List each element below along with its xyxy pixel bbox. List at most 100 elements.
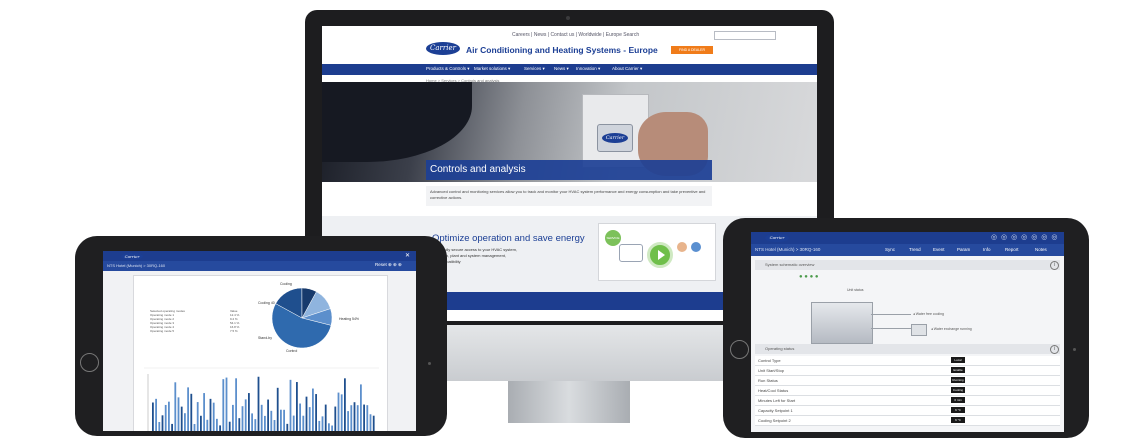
video-thumbnail[interactable]: SERVICE bbox=[598, 223, 716, 281]
home-button bbox=[80, 353, 99, 372]
parameter-value[interactable]: 6 °C bbox=[951, 417, 965, 423]
parameter-value[interactable]: Enable bbox=[951, 367, 965, 373]
bar bbox=[328, 423, 330, 431]
bar bbox=[363, 404, 365, 431]
parameter-value[interactable]: 6 °C bbox=[951, 407, 965, 413]
parameter-row: Cooling Setpoint 2 6 °C bbox=[755, 416, 1060, 426]
chiller-unit-image bbox=[811, 302, 873, 344]
bar bbox=[264, 415, 266, 431]
bar bbox=[251, 413, 253, 431]
parameter-row: Control Type Local bbox=[755, 356, 1060, 366]
section-title: System schematic overview bbox=[765, 262, 815, 267]
pie-label: Control bbox=[286, 349, 298, 353]
tab-sync[interactable]: Sync bbox=[885, 247, 895, 252]
tab-report[interactable]: Report bbox=[1005, 247, 1019, 252]
bar bbox=[216, 418, 218, 431]
nav-item-news[interactable]: News ▾ bbox=[554, 66, 569, 72]
parameter-value[interactable]: Running bbox=[951, 377, 965, 383]
chart-tools[interactable]: Reset ⊕ ⊕ ⊕ bbox=[375, 262, 402, 268]
camera-dot bbox=[566, 16, 570, 20]
bar bbox=[164, 404, 167, 431]
parameter-value[interactable]: Local bbox=[951, 357, 965, 363]
app-logo: Carrier bbox=[121, 253, 143, 260]
tab-event[interactable]: Event bbox=[933, 247, 945, 252]
tab-info[interactable]: Info bbox=[983, 247, 991, 252]
info-icon[interactable]: i bbox=[1050, 261, 1059, 270]
section-header[interactable]: System schematic overview i bbox=[755, 260, 1060, 270]
bar bbox=[222, 379, 225, 431]
bar bbox=[241, 406, 244, 431]
parameter-name: Unit Start/Stop bbox=[758, 368, 785, 373]
pipe-line bbox=[871, 328, 911, 329]
parameter-value[interactable]: Cooling bbox=[951, 387, 965, 393]
bar bbox=[324, 404, 327, 431]
bar bbox=[161, 415, 164, 431]
bar bbox=[152, 402, 154, 431]
search-input[interactable] bbox=[714, 31, 776, 40]
bar bbox=[321, 416, 324, 431]
unit-path[interactable]: NTS Hotel (Munich) > 30RQ-160 bbox=[755, 247, 820, 252]
bar bbox=[206, 419, 209, 431]
pie-label: Heating 54% bbox=[339, 317, 360, 321]
chart-card: Cooling Cooling 40 Heating 54% Stand-by … bbox=[133, 275, 388, 431]
bar bbox=[244, 399, 247, 431]
utility-links[interactable]: Careers | News | Contact us | Worldwide … bbox=[512, 32, 639, 38]
nav-item-market[interactable]: Market solutions ▾ bbox=[474, 66, 510, 72]
bar bbox=[270, 410, 273, 431]
bar bbox=[203, 393, 205, 431]
pump-icon bbox=[911, 324, 927, 336]
section-header[interactable]: Operating status i bbox=[755, 344, 1060, 354]
tab-trend[interactable]: Trend bbox=[909, 247, 921, 252]
intro-text: Advanced control and monitoring services… bbox=[430, 189, 706, 200]
find-dealer-button[interactable]: FIND A DEALER bbox=[671, 46, 713, 54]
person-icon bbox=[691, 242, 701, 252]
bar bbox=[318, 420, 321, 431]
hero-title: Controls and analysis bbox=[430, 164, 526, 175]
parameter-name: Minutes Left for Start bbox=[758, 398, 796, 403]
parameter-name: Capacity Setpoint 1 bbox=[758, 408, 793, 413]
bar bbox=[200, 415, 202, 431]
tab-param[interactable]: Param bbox=[957, 247, 970, 252]
play-icon[interactable] bbox=[647, 242, 673, 268]
close-icon[interactable]: ✕ bbox=[405, 252, 410, 259]
bar bbox=[171, 423, 173, 431]
bar bbox=[283, 409, 285, 431]
intro-box: Advanced control and monitoring services… bbox=[426, 186, 712, 206]
bar bbox=[219, 425, 221, 431]
right-tablet-screen: Carrier ◎ ◎ ◎ ◎ ◎ ◎ ◎ NTS Hotel (Munich)… bbox=[751, 232, 1064, 432]
bar bbox=[356, 405, 359, 431]
bar bbox=[308, 407, 311, 431]
bar bbox=[312, 388, 314, 431]
bar bbox=[232, 404, 234, 431]
nav-item-about[interactable]: About Carrier ▾ bbox=[612, 66, 642, 72]
bar bbox=[209, 398, 212, 431]
bar bbox=[280, 409, 282, 431]
section-title: Optimize operation and save energy bbox=[432, 233, 585, 244]
legend-value: 7.5 % bbox=[230, 329, 238, 333]
nav-item-innovation[interactable]: Innovation ▾ bbox=[576, 66, 600, 72]
service-badge: SERVICE bbox=[605, 230, 621, 246]
toolbar-icons[interactable]: ◎ ◎ ◎ ◎ ◎ ◎ ◎ bbox=[991, 233, 1058, 241]
bar bbox=[177, 397, 180, 431]
parameter-value[interactable]: 0 min bbox=[951, 397, 965, 403]
bar bbox=[180, 406, 183, 431]
bar bbox=[212, 402, 215, 431]
hero-banner: Controls and analysis bbox=[426, 160, 712, 180]
site-logo[interactable]: Carrier bbox=[426, 42, 460, 55]
box-icon bbox=[619, 244, 643, 262]
bar bbox=[248, 393, 250, 431]
camera-dot bbox=[1073, 348, 1076, 351]
nav-item-services[interactable]: Services ▾ bbox=[524, 66, 545, 72]
bar bbox=[260, 404, 263, 431]
unit-path[interactable]: NTS Hotel (Munich) > 30RQ-160 bbox=[107, 263, 165, 268]
tab-notes[interactable]: Notes bbox=[1035, 247, 1047, 252]
bar bbox=[347, 411, 349, 431]
info-icon[interactable]: i bbox=[1050, 345, 1059, 354]
legend-row: Operating mode 5 bbox=[150, 329, 175, 333]
play-triangle-icon bbox=[658, 250, 665, 260]
parameter-row: Capacity Setpoint 1 6 °C bbox=[755, 406, 1060, 416]
flow-note: ◂ Water free cooling bbox=[913, 312, 945, 316]
bar bbox=[174, 382, 177, 431]
bar bbox=[296, 382, 298, 431]
nav-item-products[interactable]: Products & Controls ▾ bbox=[426, 66, 470, 72]
